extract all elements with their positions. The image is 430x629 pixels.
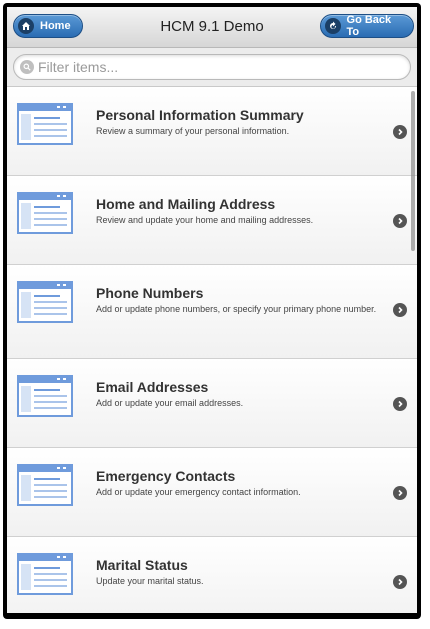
item-description: Update your marital status. [96,576,204,586]
item-description: Add or update phone numbers, or specify … [96,304,377,314]
filter-bar: Filter items... [7,48,417,87]
list-item-emergency-contacts[interactable]: Emergency Contacts Add or update your em… [7,448,417,537]
item-title: Marital Status [96,557,188,573]
item-description: Review a summary of your personal inform… [96,126,290,136]
item-title: Emergency Contacts [96,468,236,484]
chevron-right-icon [393,397,407,411]
chevron-right-icon [393,214,407,228]
list-item-email-addresses[interactable]: Email Addresses Add or update your email… [7,359,417,448]
chevron-right-icon [393,303,407,317]
page-icon [17,281,73,323]
app-screen: Home HCM 9.1 Demo Go Back To Filter item… [7,7,417,613]
device-frame: Home HCM 9.1 Demo Go Back To Filter item… [3,3,421,619]
page-icon [17,103,73,145]
item-description: Review and update your home and mailing … [96,215,314,225]
go-back-button[interactable]: Go Back To [320,14,414,38]
page-icon [17,464,73,506]
filter-input[interactable]: Filter items... [13,54,411,80]
list-item-personal-info[interactable]: Personal Information Summary Review a su… [7,87,417,176]
chevron-right-icon [393,575,407,589]
chevron-right-icon [393,486,407,500]
menu-list: Personal Information Summary Review a su… [7,87,417,613]
item-title: Email Addresses [96,379,209,395]
item-description: Add or update your email addresses. [96,398,244,408]
scrollbar[interactable] [411,91,415,251]
go-back-button-label: Go Back To [346,14,392,38]
page-icon [17,553,73,595]
page-icon [17,192,73,234]
item-title: Personal Information Summary [96,107,304,123]
item-title: Home and Mailing Address [96,196,276,212]
list-item-marital-status[interactable]: Marital Status Update your marital statu… [7,537,417,613]
back-arrow-icon [325,18,341,34]
header-bar: Home HCM 9.1 Demo Go Back To [7,7,417,48]
filter-placeholder: Filter items... [38,59,119,75]
search-icon [20,60,34,74]
item-title: Phone Numbers [96,285,204,301]
chevron-right-icon [393,125,407,139]
list-item-phone-numbers[interactable]: Phone Numbers Add or update phone number… [7,265,417,359]
page-icon [17,375,73,417]
item-description: Add or update your emergency contact inf… [96,487,301,497]
list-item-home-mailing-address[interactable]: Home and Mailing Address Review and upda… [7,176,417,265]
